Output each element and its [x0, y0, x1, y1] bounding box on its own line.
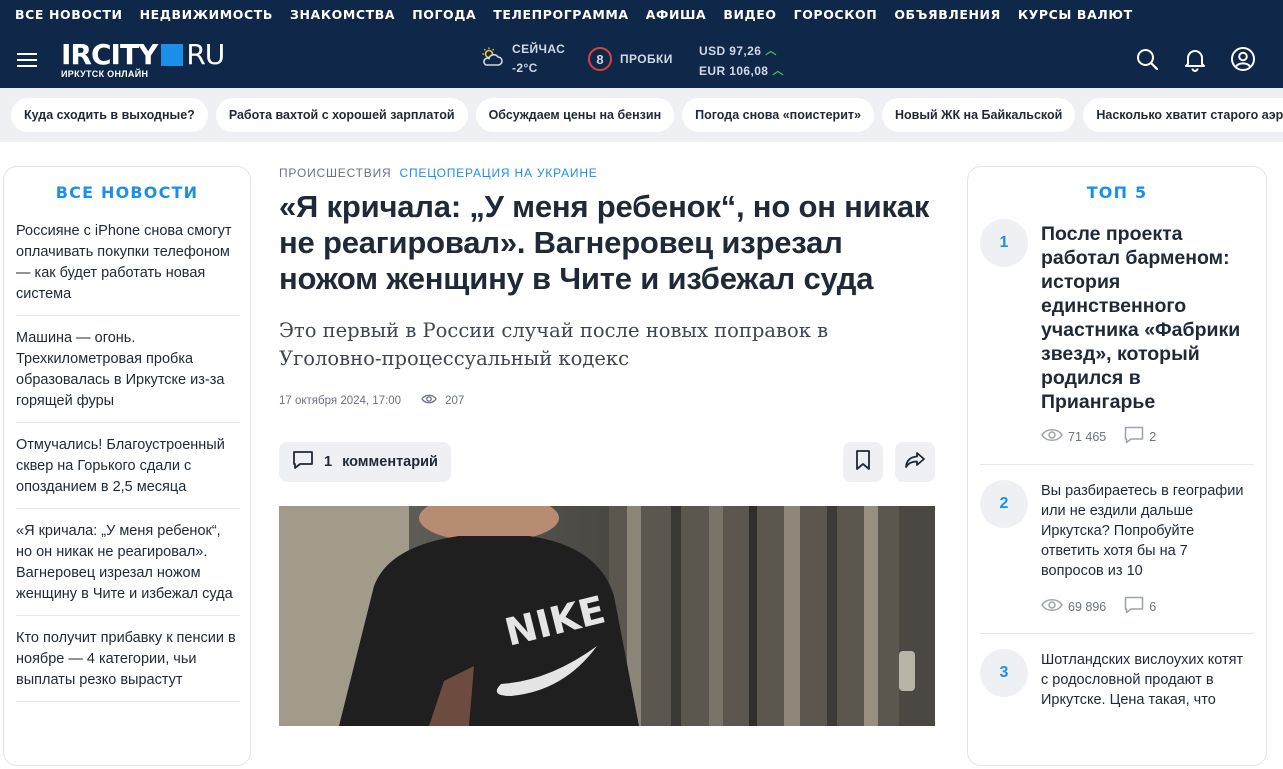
- top-rank: 2: [980, 480, 1028, 528]
- logo-ru: RU: [186, 38, 225, 71]
- nav-ads[interactable]: ОБЪЯВЛЕНИЯ: [894, 7, 1001, 22]
- top-item[interactable]: 2 Вы разбираетесь в географии или не езд…: [980, 480, 1254, 634]
- weather-widget[interactable]: СЕЙЧАС -2°C: [480, 40, 565, 78]
- weather-label: СЕЙЧАС: [512, 42, 566, 56]
- comment-icon: [292, 450, 314, 474]
- nav-afisha[interactable]: АФИША: [646, 7, 707, 22]
- share-icon: [903, 450, 927, 475]
- news-item[interactable]: Россияне с iPhone снова смогут оплачиват…: [16, 217, 240, 316]
- arrow-up-icon: ︿: [765, 45, 777, 57]
- comments-button[interactable]: 1 комментарий: [279, 442, 451, 482]
- all-news-title[interactable]: ВСЕ НОВОСТИ: [4, 183, 250, 202]
- comment-icon: [1124, 426, 1144, 447]
- top-item[interactable]: 1 После проекта работал барменом: истори…: [980, 219, 1254, 465]
- top-item-views: 71 465: [1068, 429, 1107, 444]
- site-header: IRCITY RU ИРКУТСК ОНЛАЙН СЕЙЧАС -2°C 8 П…: [0, 28, 1283, 88]
- top-item-title: Шотландских вислоухих котят с родословно…: [1041, 652, 1244, 708]
- news-item[interactable]: Отмучались! Благоустроенный сквер на Гор…: [16, 431, 240, 509]
- comments-label: комментарий: [342, 454, 438, 470]
- weather-temperature: -2°C: [512, 61, 538, 75]
- site-logo[interactable]: IRCITY RU ИРКУТСК ОНЛАЙН: [61, 38, 225, 80]
- news-item[interactable]: «Я кричала: „У меня ребенок“, но он ника…: [16, 517, 240, 616]
- comment-icon: [1124, 596, 1144, 617]
- article-date: 17 октября 2024, 17:00: [279, 394, 402, 407]
- top-item-comments: 6: [1149, 599, 1157, 614]
- article-lead: Это первый в России случай после новых п…: [279, 319, 829, 370]
- nav-currency[interactable]: КУРСЫ ВАЛЮТ: [1018, 7, 1133, 22]
- eur-rate: EUR 106,08: [699, 64, 769, 78]
- top-rank: 1: [980, 219, 1028, 267]
- top5-sidebar: ТОП 5 1 После проекта работал барменом: …: [967, 166, 1267, 766]
- usd-rate: USD 97,26: [699, 44, 762, 58]
- tag-fuel-prices[interactable]: Обсуждаем цены на бензин: [475, 98, 675, 132]
- article-category[interactable]: ПРОИСШЕСТВИЯ: [279, 166, 392, 180]
- nav-tv[interactable]: ТЕЛЕПРОГРАММА: [493, 7, 628, 22]
- bookmark-button[interactable]: [843, 442, 883, 482]
- eye-icon: [1041, 427, 1063, 446]
- top-rank: 3: [980, 649, 1028, 697]
- top-item-title: Вы разбираетесь в географии или не ездил…: [1041, 483, 1244, 579]
- logo-square: [161, 44, 184, 66]
- top-item-views: 69 896: [1068, 599, 1107, 614]
- top-item-title: После проекта работал барменом: история …: [1041, 223, 1241, 413]
- eye-icon: [421, 393, 437, 408]
- nav-realty[interactable]: НЕДВИЖИМОСТЬ: [140, 7, 273, 22]
- arrow-up-icon: ︿: [772, 65, 784, 77]
- share-button[interactable]: [895, 442, 935, 482]
- top-item-comments: 2: [1149, 429, 1157, 444]
- article-subcategory[interactable]: СПЕЦОПЕРАЦИЯ НА УКРАИНЕ: [400, 166, 598, 180]
- bell-icon[interactable]: [1182, 46, 1208, 72]
- currency-rates[interactable]: USD 97,26 ︿ EUR 106,08 ︿: [699, 41, 784, 81]
- nav-video[interactable]: ВИДЕО: [723, 7, 776, 22]
- nav-all-news[interactable]: ВСЕ НОВОСТИ: [15, 7, 123, 22]
- news-item[interactable]: Кто получит прибавку к пенсии в ноябре —…: [16, 624, 240, 702]
- cloud-sun-icon: [480, 47, 504, 72]
- article-photo[interactable]: NIKE: [279, 506, 935, 726]
- top5-title: ТОП 5: [1086, 183, 1148, 202]
- comments-count: 1: [324, 454, 333, 470]
- all-news-sidebar: ВСЕ НОВОСТИ Россияне с iPhone снова смог…: [3, 166, 251, 766]
- tag-weather[interactable]: Погода снова «поистерит»: [682, 98, 874, 132]
- tag-weekend[interactable]: Куда сходить в выходные?: [11, 98, 208, 132]
- menu-icon[interactable]: [17, 51, 37, 67]
- article-headline: «Я кричала: „У меня ребенок“, но он ника…: [279, 189, 930, 296]
- top-navigation: ВСЕ НОВОСТИ НЕДВИЖИМОСТЬ ЗНАКОМСТВА ПОГО…: [0, 0, 1283, 28]
- eye-icon: [1041, 597, 1063, 616]
- user-icon[interactable]: [1230, 46, 1256, 72]
- tag-old-airport[interactable]: Насколько хватит старого аэропорта: [1083, 98, 1283, 132]
- tag-new-building[interactable]: Новый ЖК на Байкальской: [881, 98, 1076, 132]
- news-item[interactable]: Машина — огонь. Трехкилометровая пробка …: [16, 324, 240, 423]
- trending-tags: Куда сходить в выходные? Работа вахтой с…: [0, 88, 1283, 142]
- article: ПРОИСШЕСТВИЯ СПЕЦОПЕРАЦИЯ НА УКРАИНЕ «Я …: [279, 160, 935, 726]
- article-views: 207: [445, 394, 465, 407]
- nav-dating[interactable]: ЗНАКОМСТВА: [290, 7, 395, 22]
- logo-text: IRCITY: [61, 38, 158, 71]
- traffic-level-badge: 8: [588, 47, 612, 71]
- search-icon[interactable]: [1134, 46, 1160, 72]
- tag-shift-work[interactable]: Работа вахтой с хорошей зарплатой: [215, 98, 468, 132]
- top-item[interactable]: 3 Шотландских вислоухих котят с родослов…: [980, 649, 1254, 769]
- traffic-label: ПРОБКИ: [620, 52, 673, 66]
- traffic-widget[interactable]: 8 ПРОБКИ: [588, 47, 673, 71]
- nav-horoscope[interactable]: ГОРОСКОП: [794, 7, 878, 22]
- bookmark-icon: [854, 449, 872, 476]
- nav-weather[interactable]: ПОГОДА: [412, 7, 476, 22]
